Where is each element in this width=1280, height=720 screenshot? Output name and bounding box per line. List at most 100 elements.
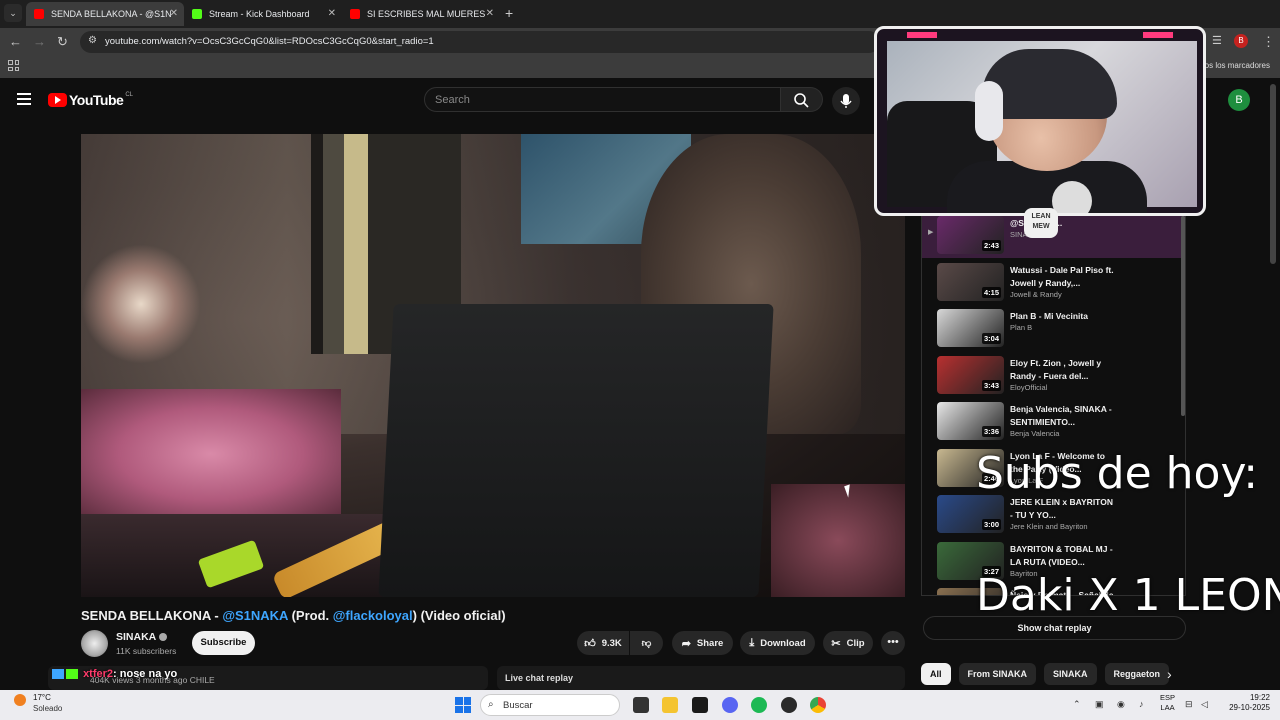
tab-search-button[interactable]: ⌄ — [4, 4, 22, 22]
language-indicator[interactable]: ESP LAA — [1160, 693, 1175, 713]
filter-chip[interactable]: All — [921, 663, 951, 685]
dislike-button[interactable]: 👎︎ — [630, 631, 663, 655]
share-button[interactable]: ➦ Share — [672, 631, 733, 655]
playlist-thumbnail[interactable]: 4:15 — [937, 262, 1004, 301]
channel-avatar[interactable] — [81, 630, 108, 657]
duration-badge: 3:43 — [981, 379, 1001, 391]
search-placeholder: Search — [435, 94, 470, 106]
profile-avatar[interactable]: B — [1234, 34, 1248, 48]
weather-sun-icon[interactable] — [14, 694, 26, 706]
system-clock[interactable]: 19:22 29-10-2025 — [1218, 693, 1270, 713]
close-tab-icon[interactable]: ✕ — [328, 8, 336, 19]
playlist-item-title: Plan B - Mi Vecinita — [1010, 311, 1088, 321]
voice-search-button[interactable] — [832, 87, 860, 115]
playlist-item[interactable]: 3:36 Benja Valencia, SINAKA - SENTIMIENTO… — [922, 400, 1185, 444]
volume-icon[interactable]: ◁ — [1201, 699, 1208, 710]
close-tab-icon[interactable]: ✕ — [486, 8, 494, 19]
live-chat-replay-panel[interactable]: Live chat replay — [497, 666, 905, 690]
weather-temperature: 17°C — [33, 693, 51, 702]
screen: ⌄ SENDA BELLAKONA - @S1NAKA ✕ Stream - K… — [0, 0, 1280, 720]
chat-text: : nose na yo — [113, 668, 178, 680]
video-player[interactable] — [81, 134, 905, 597]
task-view-icon[interactable] — [633, 697, 649, 713]
search-icon: ⌕ — [488, 699, 494, 710]
channel-name[interactable]: SINAKA — [116, 631, 168, 643]
tab-youtube-senda[interactable]: SENDA BELLAKONA - @S1NAKA ✕ — [26, 2, 184, 26]
discord-icon[interactable] — [722, 697, 738, 713]
playlist-thumbnail[interactable]: 3:04 — [937, 309, 1004, 347]
playlist-item[interactable]: 3:43 Eloy Ft. Zion , Jowell y Randy - Fue… — [922, 354, 1185, 398]
playlist-item[interactable]: 4:15 Watussi - Dale Pal Piso ft. Jowell y… — [922, 261, 1185, 305]
new-tab-plus-icon[interactable]: + — [505, 5, 513, 21]
playlist-item-title: Watussi - Dale Pal Piso ft. Jowell y Ran… — [1010, 264, 1114, 288]
sticky-notes-icon[interactable] — [692, 697, 708, 713]
youtube-logo[interactable]: YouTube CL — [48, 92, 133, 108]
share-arrow-icon: ➦ — [681, 637, 691, 650]
apps-grid-icon[interactable] — [8, 60, 19, 71]
playlist-item-title: BAYRITON & TOBAL MJ - LA RUTA (VIDEO... — [1010, 543, 1113, 567]
playlist-thumbnail[interactable]: 3:36 — [937, 402, 1004, 440]
like-button[interactable]: 👍︎ 9.3K — [577, 631, 629, 655]
playlist-scrollbar[interactable] — [1181, 216, 1185, 416]
taskbar-search[interactable]: ⌕ Buscar — [480, 694, 620, 716]
filter-chip[interactable]: From SINAKA — [958, 663, 1037, 685]
search-button[interactable] — [781, 87, 823, 112]
tray-app-icon[interactable]: ◉ — [1117, 699, 1125, 710]
microphone-tray-icon[interactable]: ♪ — [1139, 699, 1144, 709]
microphone-icon — [840, 94, 852, 108]
playlist-thumbnail[interactable]: 2:43 — [937, 216, 1004, 254]
filter-chip[interactable]: SINAKA — [1044, 663, 1097, 685]
title-producer-link[interactable]: @flackoloyal — [333, 608, 413, 623]
chevron-up-icon[interactable]: ⌃ — [1073, 699, 1081, 710]
obs-icon[interactable] — [781, 697, 797, 713]
duration-badge: 3:04 — [981, 333, 1001, 344]
now-playing-icon: ▶ — [928, 229, 934, 236]
title-channel-link[interactable]: @S1NAKA — [222, 608, 288, 623]
download-icon: ⤓ — [749, 636, 755, 649]
playlist-thumbnail[interactable]: 3:00 — [937, 495, 1004, 533]
file-explorer-icon[interactable] — [662, 697, 678, 713]
chat-badge-icon — [66, 669, 78, 680]
channel-name-text: SINAKA — [116, 631, 157, 643]
spotify-icon[interactable] — [751, 697, 767, 713]
page-scrollbar[interactable] — [1270, 84, 1276, 264]
back-arrow-icon[interactable]: ← — [9, 34, 22, 49]
filter-chip[interactable]: Reggaeton — [1104, 663, 1170, 685]
close-tab-icon[interactable]: ✕ — [170, 8, 178, 19]
tab-youtube-si-escribes[interactable]: SI ESCRIBES MAL MUERES 💀 ✕ — [342, 2, 500, 26]
playlist-item-channel: Plan B — [1010, 323, 1033, 332]
playlist-thumbnail[interactable]: 3:43 — [937, 355, 1004, 394]
keyboard-layout: LAA — [1160, 703, 1175, 712]
playlist-panel: ▶2:43@S... Prod....SINAKA4:15Watussi - D… — [921, 216, 1186, 596]
stream-chat-message: xtfer2: nose na yo — [52, 668, 177, 680]
subscribe-button[interactable]: Subscribe — [192, 631, 255, 655]
tray-app-icon[interactable]: ▣ — [1095, 699, 1104, 710]
thumbs-down-icon: 👎︎ — [641, 638, 652, 649]
all-bookmarks-link[interactable]: os los marcadores — [1205, 61, 1270, 70]
search-input[interactable]: Search — [424, 87, 781, 112]
user-avatar[interactable]: B — [1228, 89, 1250, 111]
playlist-item-title: Benja Valencia, SINAKA - SENTIMIENTO... — [1010, 404, 1112, 427]
duration-badge: 4:15 — [981, 286, 1001, 298]
reload-icon[interactable]: ↻ — [57, 34, 68, 50]
clip-button[interactable]: ✂ Clip — [823, 631, 873, 655]
windows-start-icon[interactable] — [455, 697, 471, 713]
taskbar-search-label: Buscar — [503, 700, 533, 711]
reading-list-icon[interactable]: ☰ — [1212, 34, 1222, 47]
playlist-item[interactable]: 3:04 Plan B - Mi Vecinita Plan B — [922, 307, 1185, 351]
tab-kick-dashboard[interactable]: Stream - Kick Dashboard ✕ — [184, 2, 342, 26]
video-title: SENDA BELLAKONA - @S1NAKA (Prod. @flacko… — [81, 608, 506, 623]
more-actions-button[interactable]: ••• — [881, 631, 905, 655]
network-icon[interactable]: ⊟ — [1185, 699, 1193, 710]
playlist-item[interactable]: 3:00 JERE KLEIN x BAYRITON - TU Y YO... Je… — [922, 493, 1185, 537]
site-info-icon[interactable]: ⚙ — [88, 35, 97, 46]
chrome-icon[interactable] — [810, 697, 826, 713]
address-bar[interactable]: ⚙ youtube.com/watch?v=OcsC3GcCqG0&list=R… — [80, 31, 880, 53]
menu-dots-icon[interactable]: ⋮ — [1262, 34, 1275, 50]
forward-arrow-icon[interactable]: → — [33, 34, 46, 49]
hamburger-menu-icon[interactable] — [17, 93, 31, 108]
chevron-right-icon[interactable]: › — [1167, 666, 1172, 682]
download-button[interactable]: ⤓ Download — [740, 631, 815, 655]
subscriber-count: 11K subscribers — [116, 646, 177, 656]
title-text: (Prod. — [287, 608, 333, 623]
